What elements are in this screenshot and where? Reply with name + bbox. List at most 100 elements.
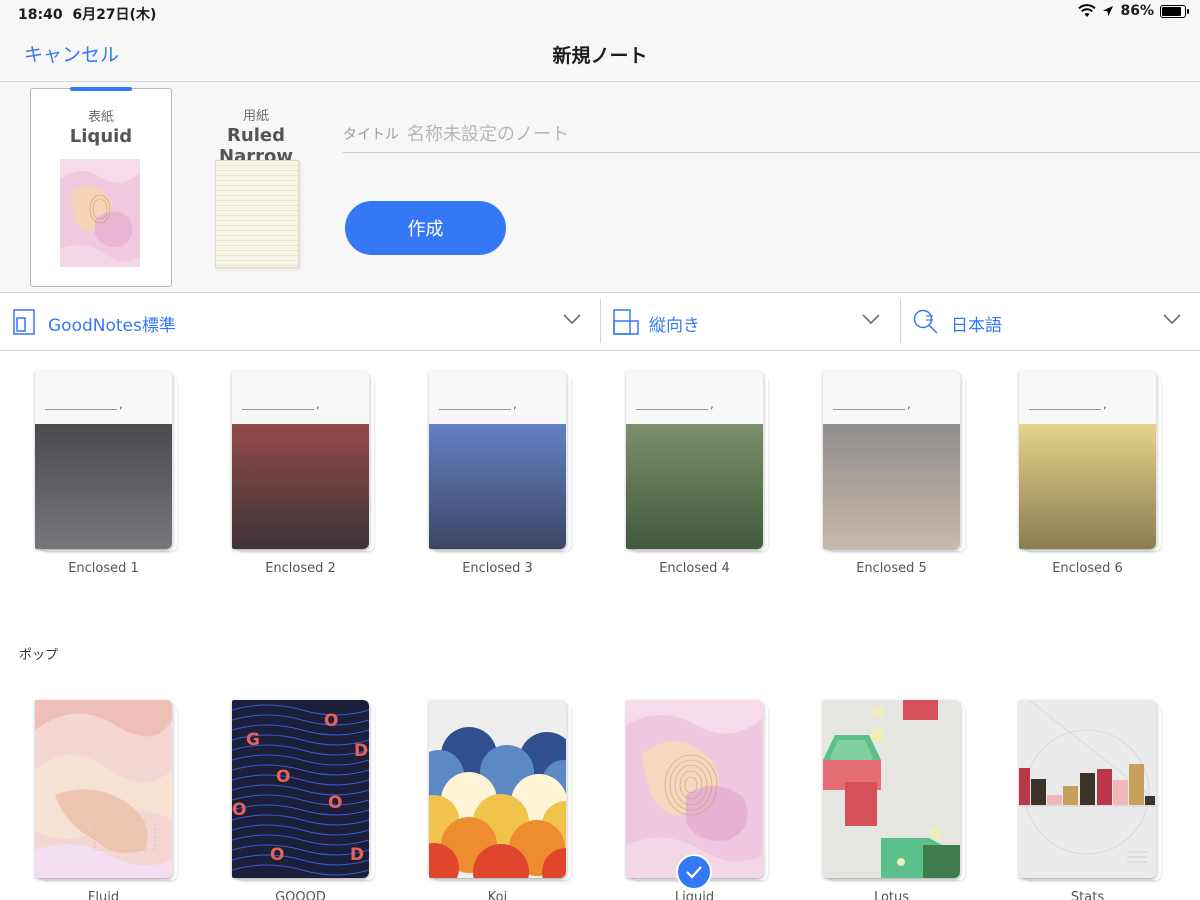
cover-color-block	[1019, 424, 1156, 549]
label-line	[242, 409, 314, 410]
selected-checkmark-icon	[676, 854, 712, 890]
cover-caption: 表紙	[87, 110, 114, 125]
wifi-icon	[1078, 4, 1097, 17]
navigation-bar: キャンセル 新規ノート	[0, 24, 1200, 82]
notebook-cover	[823, 700, 960, 878]
svg-text:O: O	[232, 800, 246, 820]
notebook-cover: ,	[429, 371, 566, 549]
template-filter-label: GoodNotes標準	[48, 316, 176, 336]
lotus-artwork	[823, 700, 960, 878]
notebook-cover: ,	[1019, 371, 1156, 549]
notebook-cover: ,	[626, 371, 763, 549]
liquid-artwork	[626, 700, 763, 878]
notebook-cover: ,	[232, 371, 369, 549]
status-time: 18:40 6月27日(木)	[18, 4, 156, 24]
label-area: ,	[232, 371, 369, 424]
label-line	[833, 409, 905, 410]
cover-thumbnail	[60, 159, 144, 269]
fluid-artwork	[35, 700, 172, 878]
title-label: タイトル	[343, 127, 399, 143]
notebook-cover: ,	[35, 371, 172, 549]
notebook-cover: GOO DOO OD	[232, 700, 369, 878]
notebook-cover	[429, 700, 566, 878]
notebook-name: Koi	[487, 890, 508, 900]
paper-thumbnail	[215, 160, 299, 268]
battery-icon	[1160, 4, 1189, 18]
paper-selector[interactable]: 用紙 Ruled Narrow	[190, 88, 322, 287]
chevron-down-icon	[862, 314, 880, 325]
label-area: ,	[626, 371, 763, 424]
cover-color-block	[626, 424, 763, 549]
label-area: ,	[35, 371, 172, 424]
label-area: ,	[429, 371, 566, 424]
svg-text:G: G	[246, 730, 260, 750]
notebook-name: Enclosed 6	[1052, 561, 1123, 576]
title-field: タイトル	[343, 120, 1200, 153]
chevron-down-icon	[1163, 314, 1181, 325]
section-heading-pop: ポップ	[19, 648, 59, 663]
svg-text:D: D	[354, 741, 368, 761]
date: 6月27日(木)	[72, 7, 157, 23]
clock: 18:40	[18, 7, 63, 23]
notebook-name: Fluid	[87, 890, 120, 900]
paper-caption: 用紙	[242, 109, 269, 124]
notebook-name: GOOOD	[275, 890, 326, 900]
battery-percent: 86%	[1120, 3, 1154, 19]
battery-level	[1162, 6, 1181, 16]
svg-text:O: O	[276, 767, 290, 787]
label-comma: ,	[316, 397, 320, 411]
cover-color-block	[429, 424, 566, 549]
create-button[interactable]: 作成	[345, 201, 506, 255]
cover-color-block	[35, 424, 172, 549]
label-line	[1029, 409, 1101, 410]
label-comma: ,	[907, 397, 911, 411]
notebook-cover-grid: , Enclosed 1 , Enclosed 2 , Enclosed 3 ,…	[0, 351, 1200, 900]
status-indicators: 86%	[1078, 3, 1189, 19]
label-line	[636, 409, 708, 410]
label-comma: ,	[119, 397, 123, 411]
selected-indicator	[70, 87, 132, 91]
label-comma: ,	[513, 397, 517, 411]
label-area: ,	[1019, 371, 1156, 424]
notebook-name: Stats	[1070, 890, 1105, 900]
status-bar: 18:40 6月27日(木) 86%	[0, 0, 1200, 24]
location-icon	[1103, 6, 1114, 16]
svg-text:D: D	[350, 845, 364, 865]
label-comma: ,	[710, 397, 714, 411]
language-filter-label: 日本語	[951, 316, 1002, 336]
note-settings-panel: 表紙 Liquid 用紙 Ruled Narrow タイトル 作成	[0, 82, 1200, 293]
filter-bar: GoodNotes標準 縦向き 日本語	[0, 293, 1200, 351]
goood-artwork: GOO DO O OD	[232, 700, 369, 878]
notebook-cover	[1019, 700, 1156, 878]
notebook-cover	[35, 700, 172, 878]
page-title: 新規ノート	[552, 45, 648, 67]
stats-artwork	[1019, 700, 1156, 878]
notebook-name: Liquid	[674, 890, 715, 900]
notebook-name: Enclosed 4	[659, 561, 730, 576]
notebook-name: Enclosed 1	[68, 561, 139, 576]
template-icon	[13, 309, 35, 335]
template-filter-dropdown[interactable]: GoodNotes標準	[0, 293, 600, 351]
koi-artwork	[429, 700, 566, 878]
notebook-name: Enclosed 3	[462, 561, 533, 576]
cover-color-block	[823, 424, 960, 549]
cover-color-block	[232, 424, 369, 549]
language-search-icon	[913, 309, 938, 334]
label-line	[439, 409, 511, 410]
orientation-icon	[613, 309, 639, 335]
notebook-name: Lotus	[873, 890, 910, 900]
svg-text:O: O	[328, 793, 342, 813]
orientation-filter-dropdown[interactable]: 縦向き	[601, 293, 900, 351]
cover-value: Liquid	[69, 126, 133, 147]
notebook-name: Enclosed 2	[265, 561, 336, 576]
label-comma: ,	[1103, 397, 1107, 411]
title-input[interactable]	[407, 120, 1107, 148]
notebook-name: Enclosed 5	[856, 561, 927, 576]
notebook-cover	[626, 700, 763, 878]
cover-selector[interactable]: 表紙 Liquid	[30, 87, 172, 287]
label-line	[45, 409, 117, 410]
orientation-filter-label: 縦向き	[649, 316, 700, 336]
language-filter-dropdown[interactable]: 日本語	[901, 293, 1200, 351]
notebook-cover: ,	[823, 371, 960, 549]
svg-text:O: O	[324, 711, 338, 731]
